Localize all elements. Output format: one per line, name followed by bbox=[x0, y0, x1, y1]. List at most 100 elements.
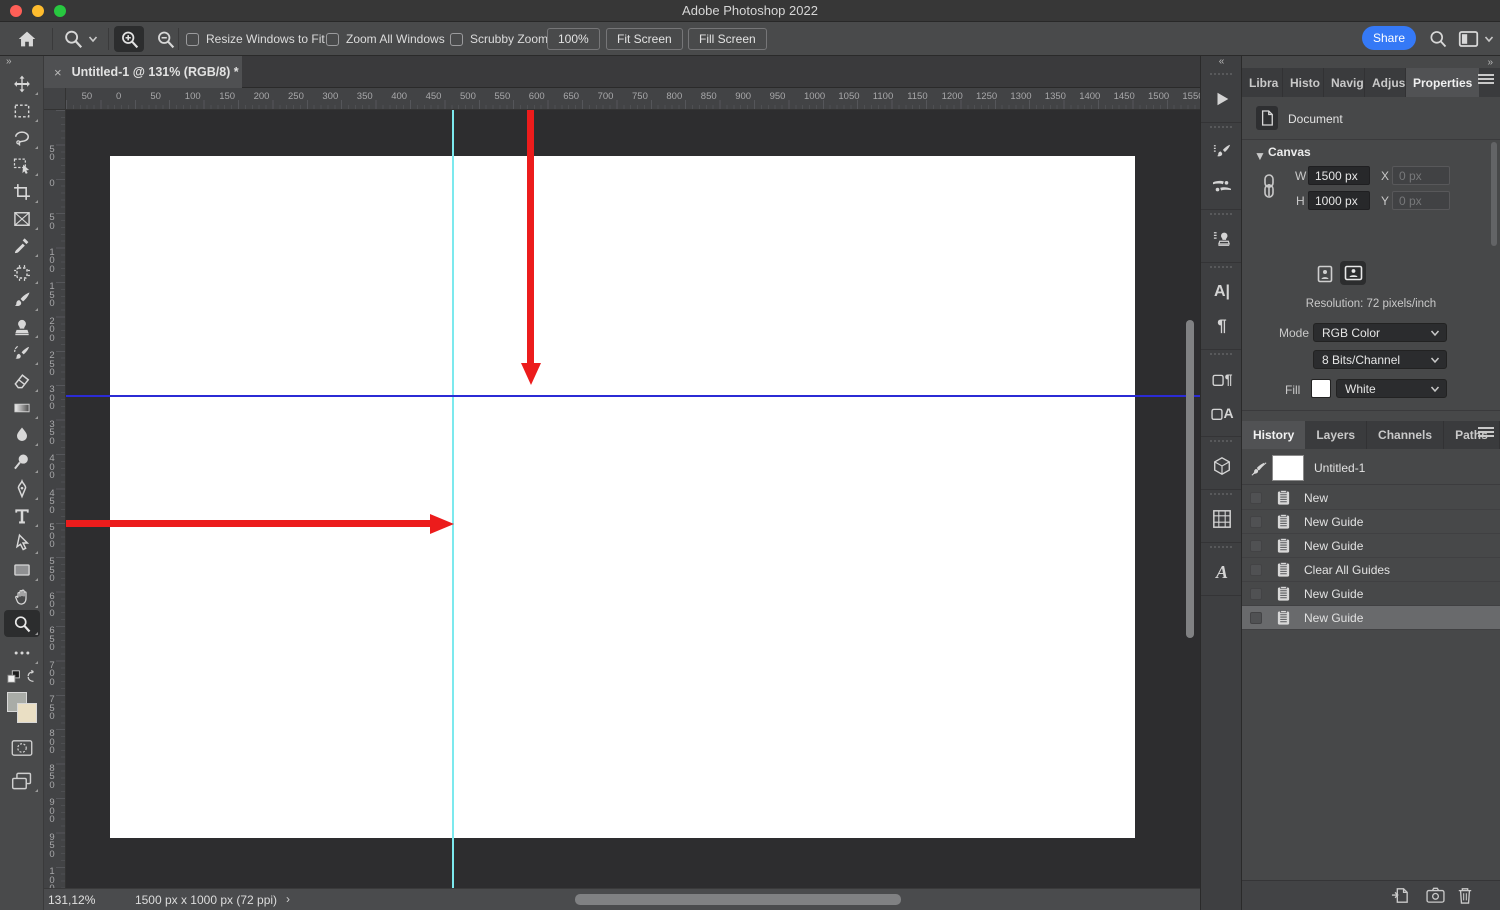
fill-dropdown[interactable]: White bbox=[1336, 379, 1447, 398]
tool-zoom[interactable] bbox=[3, 610, 40, 637]
brush-settings-panel-button[interactable] bbox=[1201, 135, 1243, 169]
edit-toolbar-button[interactable] bbox=[4, 639, 40, 666]
new-document-from-state-button[interactable] bbox=[1391, 887, 1409, 904]
history-state-new-guide[interactable]: New Guide bbox=[1242, 510, 1500, 534]
drag-grip-icon[interactable] bbox=[1210, 213, 1232, 219]
canvas-section-chevron[interactable]: ▼ bbox=[1254, 149, 1266, 163]
tool-blur[interactable] bbox=[4, 421, 40, 448]
tool-brush[interactable] bbox=[4, 286, 40, 313]
expand-tools-chevron[interactable]: » bbox=[0, 56, 43, 70]
history-source-checkbox[interactable] bbox=[1250, 564, 1262, 576]
default-swap-colors[interactable] bbox=[4, 666, 40, 688]
workspace-switcher[interactable] bbox=[1458, 22, 1495, 56]
history-state-new[interactable]: New bbox=[1242, 486, 1500, 510]
landscape-orientation-button[interactable] bbox=[1340, 261, 1366, 285]
actions-panel-button[interactable] bbox=[1201, 82, 1243, 116]
home-button[interactable] bbox=[16, 22, 38, 56]
width-field[interactable]: 1500 px bbox=[1308, 166, 1370, 185]
share-button[interactable]: Share bbox=[1362, 26, 1416, 50]
tab-channels[interactable]: Channels bbox=[1367, 421, 1445, 449]
history-source-checkbox[interactable] bbox=[1250, 588, 1262, 600]
status-chevron-icon[interactable]: › bbox=[286, 892, 290, 906]
glyphs-panel-button[interactable]: A bbox=[1201, 555, 1243, 589]
document-type-button[interactable] bbox=[1256, 106, 1278, 130]
drag-grip-icon[interactable] bbox=[1210, 126, 1232, 132]
portrait-orientation-button[interactable] bbox=[1314, 263, 1336, 285]
color-swatches[interactable] bbox=[5, 692, 39, 726]
history-state-new-guide[interactable]: New Guide bbox=[1242, 534, 1500, 558]
tool-pen[interactable] bbox=[4, 475, 40, 502]
horizontal-scrollbar[interactable] bbox=[575, 894, 901, 905]
fit-screen-button[interactable]: Fit Screen bbox=[606, 28, 683, 50]
x-field[interactable]: 0 px bbox=[1392, 166, 1450, 185]
document-tab[interactable]: × Untitled-1 @ 131% (RGB/8) * bbox=[44, 56, 242, 88]
screen-mode-button[interactable] bbox=[4, 767, 40, 794]
3d-panel-button[interactable] bbox=[1201, 449, 1243, 483]
new-snapshot-button[interactable] bbox=[1426, 887, 1445, 903]
quick-mask-button[interactable] bbox=[4, 734, 40, 761]
tool-dodge[interactable] bbox=[4, 448, 40, 475]
tool-hand[interactable] bbox=[4, 583, 40, 610]
drag-grip-icon[interactable] bbox=[1210, 73, 1232, 79]
link-dimensions-icon[interactable] bbox=[1262, 173, 1276, 207]
canvas-viewport[interactable] bbox=[66, 110, 1200, 888]
expand-dock-chevron[interactable]: » bbox=[1487, 57, 1492, 68]
drag-grip-icon[interactable] bbox=[1210, 493, 1232, 499]
history-snapshot-row[interactable]: Untitled-1 bbox=[1242, 453, 1500, 485]
tool-gradient[interactable] bbox=[4, 394, 40, 421]
horizontal-guide[interactable] bbox=[66, 395, 1200, 397]
document-canvas[interactable] bbox=[110, 156, 1135, 838]
tool-lasso[interactable] bbox=[4, 124, 40, 151]
properties-panel-menu[interactable] bbox=[1478, 74, 1494, 84]
background-color-swatch[interactable] bbox=[16, 703, 37, 723]
properties-scrollbar[interactable] bbox=[1491, 142, 1497, 246]
history-state-clear-all-guides[interactable]: Clear All Guides bbox=[1242, 558, 1500, 582]
history-source-checkbox[interactable] bbox=[1250, 612, 1262, 624]
search-button[interactable] bbox=[1428, 22, 1448, 56]
ruler-left[interactable]: 5005010015020025030035040045050055060065… bbox=[44, 110, 66, 888]
ruler-top[interactable]: 50 0 50 100 150 200 250 300 350 400 450 500 550 600 65… bbox=[66, 88, 1200, 110]
fill-screen-button[interactable]: Fill Screen bbox=[688, 28, 767, 50]
tab-navig[interactable]: Navig bbox=[1324, 68, 1365, 97]
history-source-checkbox[interactable] bbox=[1250, 492, 1262, 504]
delete-state-button[interactable] bbox=[1457, 887, 1473, 904]
zoom-tool-preset[interactable] bbox=[62, 22, 99, 56]
brushes-panel-button[interactable] bbox=[1201, 169, 1243, 203]
tool-eraser[interactable] bbox=[4, 367, 40, 394]
tool-object-selection[interactable] bbox=[4, 151, 40, 178]
y-field[interactable]: 0 px bbox=[1392, 191, 1450, 210]
mode-dropdown[interactable]: RGB Color bbox=[1313, 323, 1447, 342]
tool-frame[interactable] bbox=[4, 205, 40, 232]
drag-grip-icon[interactable] bbox=[1210, 440, 1232, 446]
checkbox-icon[interactable] bbox=[450, 32, 463, 46]
tool-spot-healing-brush[interactable] bbox=[4, 259, 40, 286]
paragraph-styles-panel-button[interactable]: ▢¶ bbox=[1201, 362, 1243, 396]
tool-type[interactable] bbox=[4, 502, 40, 529]
history-state-new-guide[interactable]: New Guide bbox=[1242, 582, 1500, 606]
status-document-info[interactable]: 1500 px x 1000 px (72 ppi) bbox=[126, 893, 286, 907]
tool-path-selection[interactable] bbox=[4, 529, 40, 556]
close-tab-icon[interactable]: × bbox=[54, 65, 62, 80]
tool-crop[interactable] bbox=[4, 178, 40, 205]
vertical-scrollbar[interactable] bbox=[1186, 320, 1194, 638]
tool-history-brush[interactable] bbox=[4, 340, 40, 367]
checkbox-icon[interactable] bbox=[186, 32, 199, 46]
history-source-checkbox[interactable] bbox=[1250, 540, 1262, 552]
history-state-new-guide[interactable]: New Guide bbox=[1242, 606, 1500, 630]
paragraph-panel-button[interactable]: ¶ bbox=[1201, 309, 1243, 343]
tool-rectangle[interactable] bbox=[4, 556, 40, 583]
tool-rectangular-marquee[interactable] bbox=[4, 97, 40, 124]
zoom-100-button[interactable]: 100% bbox=[547, 28, 600, 50]
character-styles-panel-button[interactable]: ▢A bbox=[1201, 396, 1243, 430]
history-panel-menu[interactable] bbox=[1478, 427, 1494, 437]
checkbox-resize-windows-to-fit[interactable]: Resize Windows to Fit bbox=[186, 22, 325, 56]
canvas-section-title[interactable]: Canvas bbox=[1268, 145, 1311, 159]
tab-properties[interactable]: Properties bbox=[1406, 68, 1480, 97]
clone-source-panel-button[interactable] bbox=[1201, 222, 1243, 256]
drag-grip-icon[interactable] bbox=[1210, 353, 1232, 359]
status-zoom-level[interactable]: 131,12% bbox=[48, 893, 95, 907]
bit-depth-dropdown[interactable]: 8 Bits/Channel bbox=[1313, 350, 1447, 369]
history-source-checkbox[interactable] bbox=[1250, 516, 1262, 528]
character-panel-button[interactable]: A| bbox=[1201, 275, 1243, 309]
fill-color-swatch[interactable] bbox=[1311, 379, 1331, 398]
